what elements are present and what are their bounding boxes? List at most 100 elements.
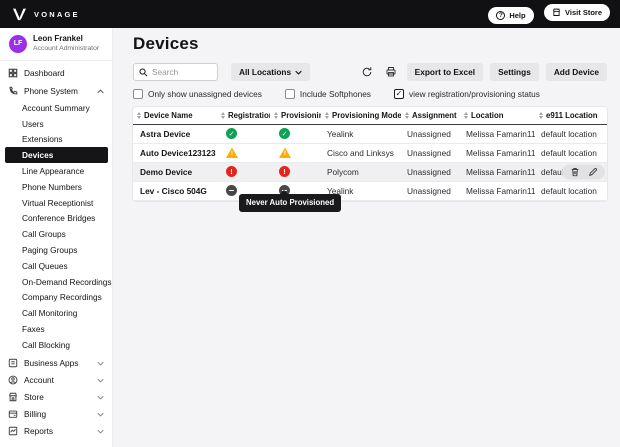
visit-store-label: Visit Store (565, 8, 602, 17)
sidebar-item-phone-system[interactable]: Phone System (0, 82, 112, 100)
delete-device-button[interactable] (569, 166, 580, 177)
sort-icon (137, 112, 141, 119)
add-device-button[interactable]: Add Device (546, 63, 607, 81)
column-header-provisioning[interactable]: Provisioning (270, 107, 321, 124)
location-filter-dropdown[interactable]: All Locations (231, 63, 310, 81)
sidebar-item-label: Devices (22, 150, 53, 160)
provisioning-status-icon (279, 128, 290, 139)
vonage-logo: VONAGE (12, 8, 80, 21)
row-actions (562, 164, 605, 179)
sidebar-item-extensions[interactable]: Extensions (0, 132, 112, 148)
provisioning-model-cell: Cisco and Linksys (321, 143, 401, 162)
registration-status-icon (226, 185, 237, 196)
sidebar-item-label: Billing (24, 409, 91, 419)
sidebar-item-reports[interactable]: Reports (0, 423, 112, 440)
sidebar-item-call-blocking[interactable]: Call Blocking (0, 337, 112, 353)
chevron-down-icon (97, 378, 104, 383)
assignment-cell: Unassigned (401, 181, 460, 200)
assignment-cell: Unassigned (401, 143, 460, 162)
sidebar-item-call-groups[interactable]: Call Groups (0, 226, 112, 242)
devices-table-container: Device Name Registration Provisioning Pr… (133, 107, 607, 201)
sidebar-item-users[interactable]: Users (0, 116, 112, 132)
filter-checkboxes: Only show unassigned devices Include Sof… (133, 88, 607, 99)
sidebar-item-business-apps[interactable]: Business Apps (0, 355, 112, 372)
location-cell: Melissa Famarin11 (460, 124, 535, 143)
help-label: Help (509, 11, 525, 20)
chevron-down-icon (97, 429, 104, 434)
column-header-e911-location[interactable]: e911 Location (535, 107, 607, 124)
search-box[interactable] (133, 63, 218, 81)
help-button[interactable]: ? Help (488, 7, 533, 24)
sidebar-item-label: Business Apps (24, 358, 91, 368)
chevron-down-icon (97, 361, 104, 366)
filter-view-status[interactable]: view registration/provisioning status (394, 89, 540, 99)
column-header-location[interactable]: Location (460, 107, 535, 124)
sidebar-item-faxes[interactable]: Faxes (0, 321, 112, 337)
sidebar-item-company-recordings[interactable]: Company Recordings (0, 290, 112, 306)
e911-location-cell: default location (535, 124, 607, 143)
sidebar-item-account[interactable]: Account (0, 372, 112, 389)
table-row[interactable]: Demo Device Polycom Unassigned Melissa F… (133, 162, 607, 181)
billing-icon (8, 409, 18, 419)
table-row[interactable]: Astra Device Yealink Unassigned Melissa … (133, 124, 607, 143)
column-header-device-name[interactable]: Device Name (133, 107, 217, 124)
topbar-actions: ? Help Visit Store (488, 4, 610, 24)
sidebar-item-call-queues[interactable]: Call Queues (0, 258, 112, 274)
print-button[interactable] (383, 64, 399, 80)
e911-location-cell: default location (535, 162, 607, 181)
sort-icon (274, 112, 278, 119)
user-block[interactable]: LF Leon Frankel Account Administrator (0, 28, 112, 61)
checkbox-softphones[interactable] (285, 89, 295, 99)
checkbox-unassigned[interactable] (133, 89, 143, 99)
sidebar-item-label: Phone System (24, 86, 91, 96)
sidebar-item-label: Call Monitoring (22, 308, 77, 318)
column-header-assignment[interactable]: Assignment (401, 107, 460, 124)
sidebar-item-dashboard[interactable]: Dashboard (0, 64, 112, 82)
filter-unassigned-devices[interactable]: Only show unassigned devices (133, 89, 262, 99)
table-row[interactable]: Lev - Cisco 504G Yealink Unassigned Meli… (133, 181, 607, 200)
sidebar-item-label: Faxes (22, 324, 45, 334)
edit-device-button[interactable] (587, 166, 598, 177)
refresh-button[interactable] (359, 64, 375, 80)
e911-location-cell: default location (535, 181, 607, 200)
sidebar-item-label: Extensions (22, 134, 63, 144)
sidebar-item-virtual-receptionist[interactable]: Virtual Receptionist (0, 195, 112, 211)
sidebar-item-on-demand-recordings[interactable]: On-Demand Recordings (0, 274, 112, 290)
user-name: Leon Frankel (33, 34, 99, 44)
filter-include-softphones[interactable]: Include Softphones (285, 89, 371, 99)
brand-name: VONAGE (34, 10, 80, 19)
export-to-excel-button[interactable]: Export to Excel (407, 63, 483, 81)
search-input[interactable] (152, 67, 210, 77)
sidebar-item-label: Call Queues (22, 261, 68, 271)
sidebar-item-conference-bridges[interactable]: Conference Bridges (0, 211, 112, 227)
sidebar-item-billing[interactable]: Billing (0, 406, 112, 423)
sidebar-item-paging-groups[interactable]: Paging Groups (0, 242, 112, 258)
chevron-down-icon (97, 412, 104, 417)
column-header-provisioning-model[interactable]: Provisioning Model (321, 107, 401, 124)
sidebar: LF Leon Frankel Account Administrator Da… (0, 28, 113, 447)
device-name-cell: Auto Device123123 (133, 143, 217, 162)
sidebar-item-line-appearance[interactable]: Line Appearance (0, 163, 112, 179)
registration-status-icon (226, 148, 238, 159)
checkbox-view-status[interactable] (394, 89, 404, 99)
table-row[interactable]: Auto Device123123 Cisco and Linksys Unas… (133, 143, 607, 162)
sidebar-item-account-summary[interactable]: Account Summary (0, 100, 112, 116)
account-icon (8, 375, 18, 385)
checkbox-label: view registration/provisioning status (409, 89, 540, 99)
sidebar-item-phone-numbers[interactable]: Phone Numbers (0, 179, 112, 195)
sidebar-item-call-monitoring[interactable]: Call Monitoring (0, 305, 112, 321)
settings-button[interactable]: Settings (490, 63, 539, 81)
topbar: VONAGE ? Help Visit Store (0, 0, 620, 28)
visit-store-button[interactable]: Visit Store (544, 4, 610, 21)
column-header-registration[interactable]: Registration (217, 107, 270, 124)
sidebar-item-devices[interactable]: Devices (5, 147, 108, 163)
phone-icon (8, 86, 18, 96)
refresh-icon (361, 66, 373, 78)
checkbox-label: Include Softphones (300, 89, 371, 99)
store-flag-icon (552, 8, 561, 17)
table-header-row: Device Name Registration Provisioning Pr… (133, 107, 607, 124)
location-cell: Melissa Famarin11 (460, 162, 535, 181)
location-filter-label: All Locations (239, 67, 291, 77)
sidebar-item-store[interactable]: Store (0, 389, 112, 406)
sort-icon (539, 112, 543, 119)
